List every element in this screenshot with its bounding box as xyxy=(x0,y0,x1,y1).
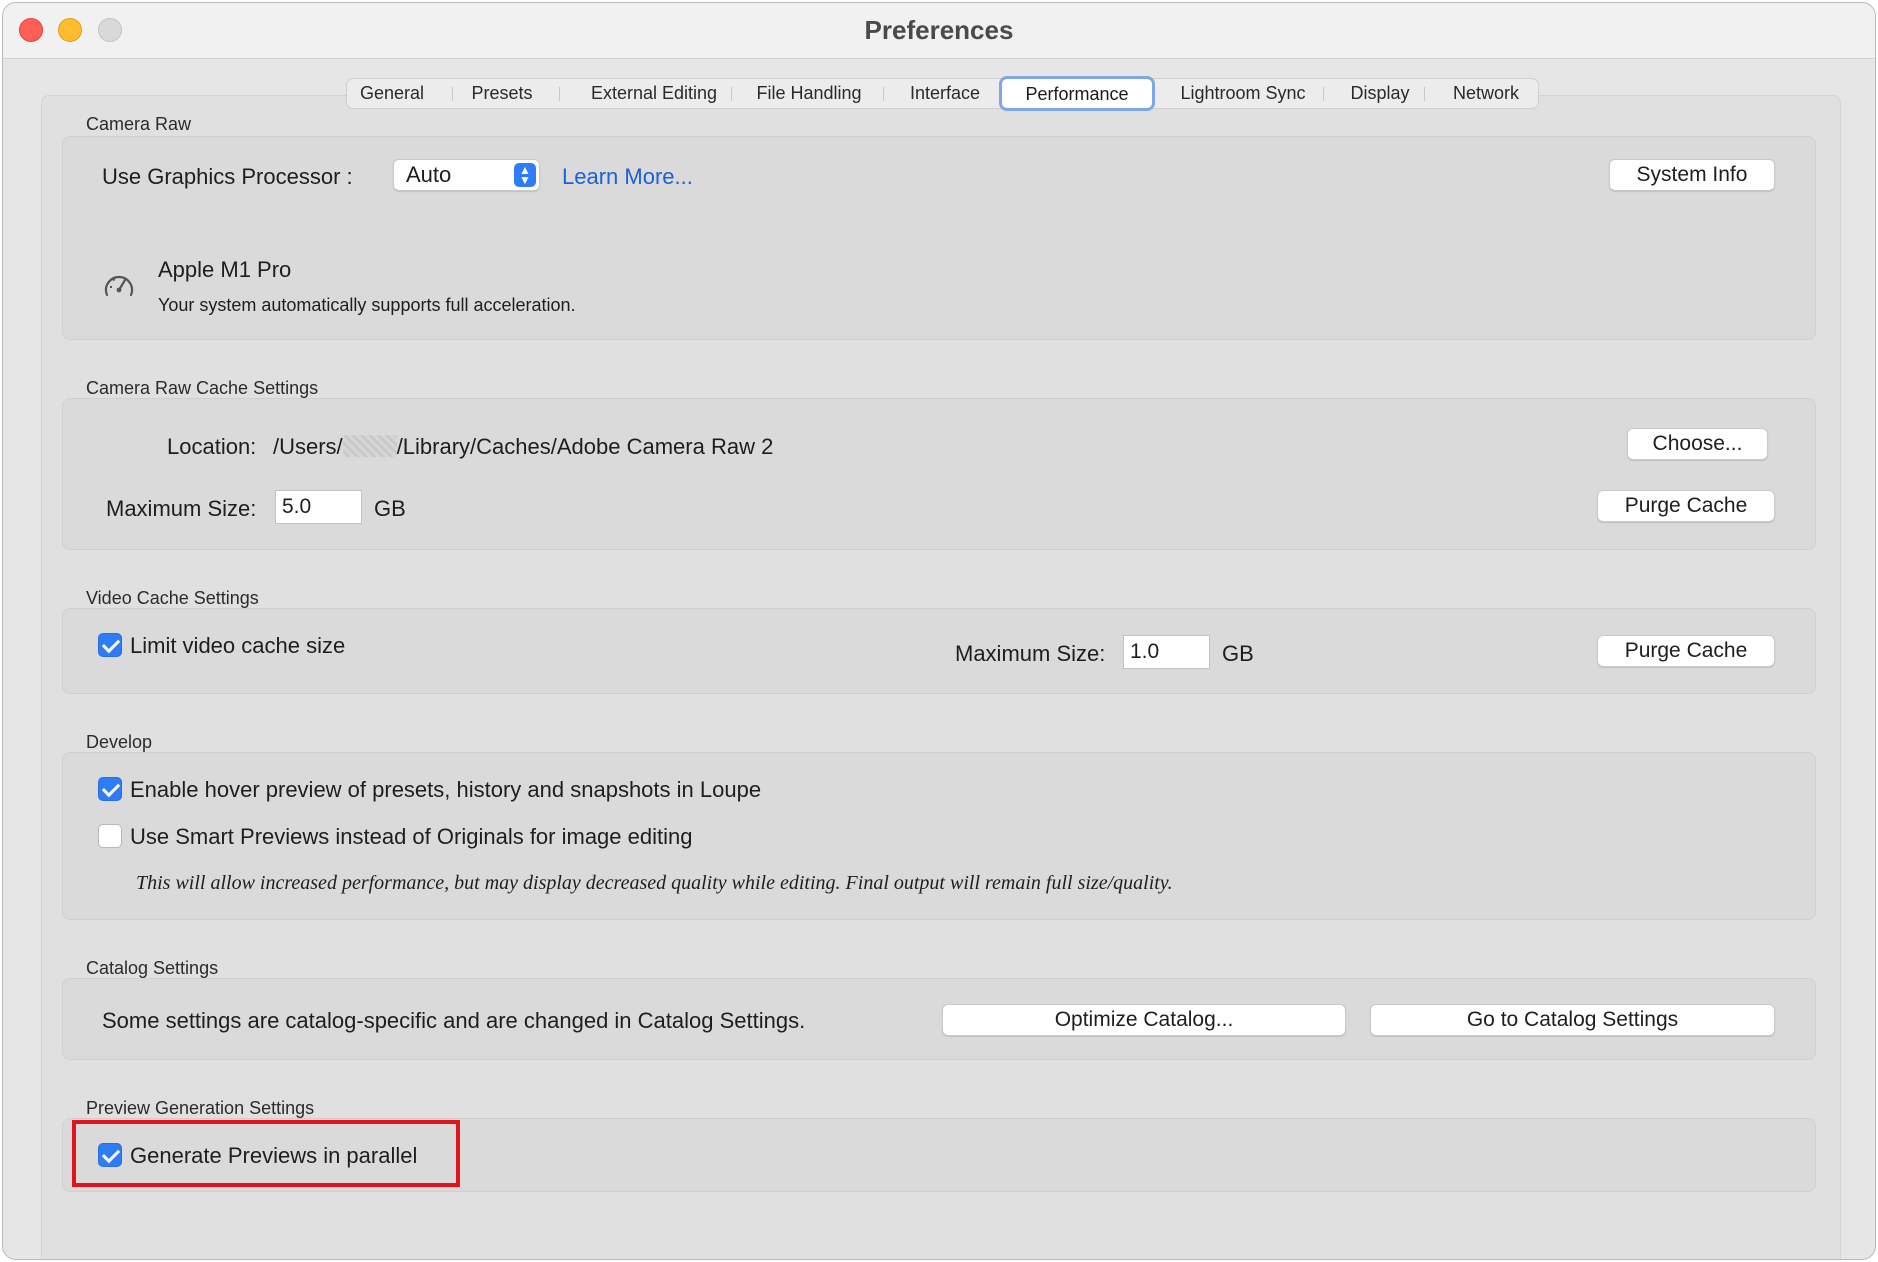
tab-separator xyxy=(1424,87,1425,101)
gpu-select-value: Auto xyxy=(406,162,452,187)
tab-lightroom-sync[interactable]: Lightroom Sync xyxy=(1161,79,1325,108)
tab-separator xyxy=(731,87,732,101)
tab-file-handling[interactable]: File Handling xyxy=(741,79,877,108)
location-path-suffix: /Library/Caches/Adobe Camera Raw 2 xyxy=(396,434,774,459)
purge-cache-button[interactable]: Purge Cache xyxy=(1597,490,1775,522)
tab-separator xyxy=(883,87,884,101)
cache-max-size-label: Maximum Size: xyxy=(106,496,257,521)
smart-previews-note: This will allow increased performance, b… xyxy=(136,872,1173,894)
choose-location-button[interactable]: Choose... xyxy=(1627,428,1768,460)
limit-video-cache-label: Limit video cache size xyxy=(130,633,346,658)
chevron-up-down-icon: ▲ ▼ xyxy=(514,163,536,187)
preview-section-label: Preview Generation Settings xyxy=(86,1098,315,1118)
catalog-section-label: Catalog Settings xyxy=(86,958,219,978)
purge-video-cache-button[interactable]: Purge Cache xyxy=(1597,635,1775,667)
highlight-annotation-box xyxy=(72,1120,460,1187)
tab-presets[interactable]: Presets xyxy=(462,79,542,108)
gauge-icon xyxy=(104,275,134,297)
tab-interface[interactable]: Interface xyxy=(893,79,997,108)
title-bar: Preferences xyxy=(3,3,1875,59)
location-label: Location: xyxy=(167,434,257,459)
tab-external-editing[interactable]: External Editing xyxy=(569,79,739,108)
hover-preview-label: Enable hover preview of presets, history… xyxy=(130,777,762,802)
gpu-name: Apple M1 Pro xyxy=(158,257,292,282)
cache-section-label: Camera Raw Cache Settings xyxy=(86,378,319,398)
learn-more-link[interactable]: Learn More... xyxy=(562,164,693,190)
video-max-size-input[interactable]: 1.0 xyxy=(1123,635,1210,669)
tab-general[interactable]: General xyxy=(349,79,435,108)
video-cache-section-label: Video Cache Settings xyxy=(86,588,259,608)
cache-size-unit: GB xyxy=(374,496,406,521)
window-title: Preferences xyxy=(864,15,1014,45)
redacted-username xyxy=(342,435,397,457)
limit-video-cache-checkbox[interactable] xyxy=(98,633,122,657)
cache-max-size-input[interactable]: 5.0 xyxy=(275,490,362,524)
tab-separator xyxy=(452,87,453,101)
video-max-size-label: Maximum Size: xyxy=(955,641,1106,666)
gpu-select[interactable]: Auto ▲ ▼ xyxy=(393,159,540,191)
tab-network[interactable]: Network xyxy=(1434,79,1538,108)
tab-separator xyxy=(559,87,560,101)
video-size-unit: GB xyxy=(1222,641,1254,666)
hover-preview-checkbox[interactable] xyxy=(98,777,122,801)
optimize-catalog-button[interactable]: Optimize Catalog... xyxy=(942,1004,1346,1036)
tab-bar: General Presets External Editing File Ha… xyxy=(346,76,1539,111)
camera-raw-section-label: Camera Raw xyxy=(86,114,192,134)
develop-section-label: Develop xyxy=(86,732,153,752)
smart-previews-checkbox[interactable] xyxy=(98,824,122,848)
location-path-prefix: /Users/ xyxy=(273,434,343,459)
cache-group xyxy=(62,398,1816,550)
catalog-description: Some settings are catalog-specific and a… xyxy=(102,1008,806,1033)
tab-separator xyxy=(1323,87,1324,101)
system-info-button[interactable]: System Info xyxy=(1609,159,1775,191)
go-to-catalog-settings-button[interactable]: Go to Catalog Settings xyxy=(1370,1004,1775,1036)
gpu-label: Use Graphics Processor : xyxy=(102,164,353,189)
gpu-status: Your system automatically supports full … xyxy=(158,295,576,315)
smart-previews-label: Use Smart Previews instead of Originals … xyxy=(130,824,693,849)
tab-display[interactable]: Display xyxy=(1333,79,1427,108)
tab-performance[interactable]: Performance xyxy=(999,76,1155,111)
location-path: /Users/ /Library/Caches/Adobe Camera Raw … xyxy=(273,434,773,460)
